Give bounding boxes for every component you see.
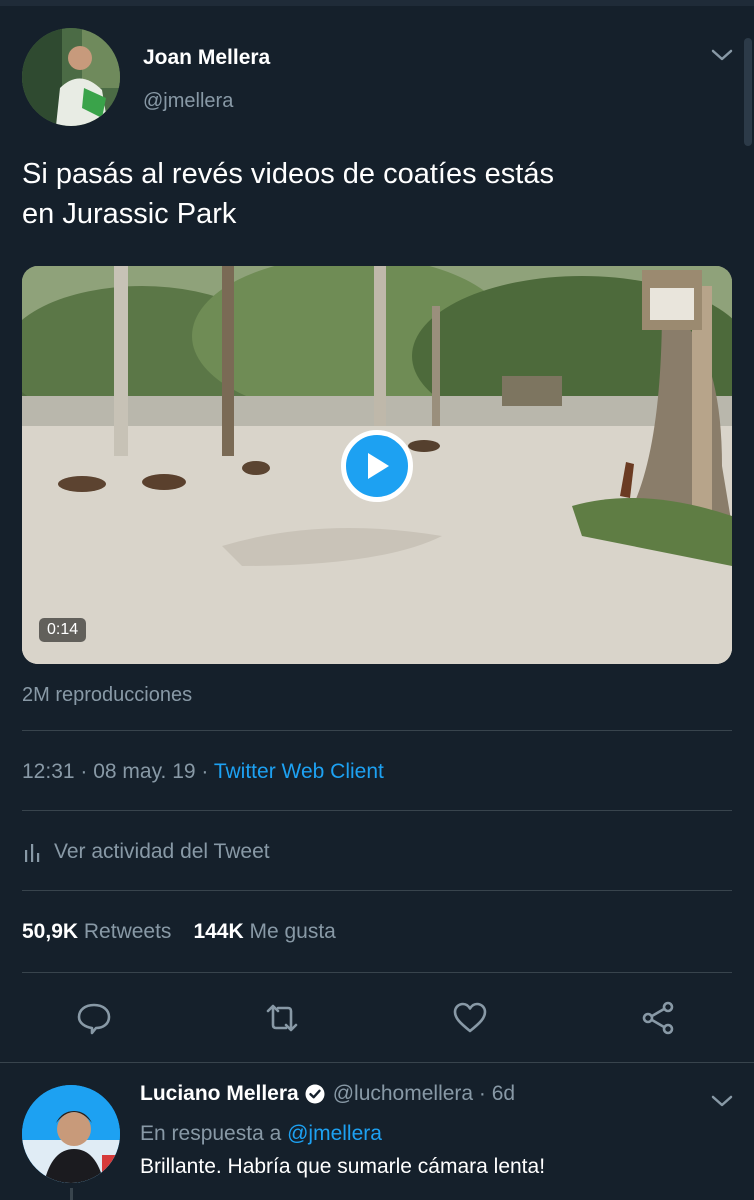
heart-icon[interactable] (452, 1000, 488, 1036)
reply-icon[interactable] (76, 1000, 112, 1036)
activity-label: Ver actividad del Tweet (54, 840, 270, 863)
divider (22, 730, 732, 731)
scrollbar[interactable] (744, 38, 752, 146)
thread-line (70, 1188, 73, 1200)
retweets-label: Retweets (83, 920, 172, 943)
analytics-icon (25, 844, 40, 862)
tweet-text-line: Si pasás al revés videos de coatíes está… (22, 158, 554, 190)
client-link[interactable]: Twitter Web Client (214, 760, 384, 783)
video-player[interactable]: 0:14 (22, 266, 732, 664)
tweet-activity-link[interactable]: Ver actividad del Tweet (22, 840, 270, 864)
retweets-stat[interactable]: 50,9K Retweets (22, 920, 171, 943)
reply-header: Luciano Mellera @luchomellera · 6d (140, 1082, 515, 1106)
author-avatar[interactable] (22, 28, 120, 126)
mention-link[interactable]: @jmellera (287, 1122, 382, 1145)
reply-text: Brillante. Habría que sumarle cámara len… (140, 1155, 546, 1178)
top-edge (0, 0, 754, 6)
tweet-stats: 50,9K Retweets 144K Me gusta (22, 920, 336, 944)
reply-author-avatar[interactable] (22, 1085, 120, 1183)
reply-author-name[interactable]: Luciano Mellera (140, 1082, 299, 1106)
play-button[interactable] (341, 430, 413, 502)
tweet-text: Si pasás al revés videos de coatíes está… (22, 154, 722, 234)
thread-separator (0, 1062, 754, 1063)
divider (22, 890, 732, 891)
view-count: 2M reproducciones (22, 684, 193, 706)
author-name[interactable]: Joan Mellera (143, 46, 270, 70)
likes-label: Me gusta (249, 920, 336, 943)
tweet-text-line: en Jurassic Park (22, 198, 237, 230)
divider (22, 810, 732, 811)
tweet-timestamp: 12:31 · 08 may. 19 · (22, 760, 214, 783)
chevron-down-icon[interactable] (708, 44, 736, 66)
share-icon[interactable] (640, 1000, 676, 1036)
likes-count: 144K (193, 920, 244, 943)
play-icon (368, 453, 389, 479)
video-duration: 0:14 (39, 618, 87, 642)
tweet-meta: 12:31 · 08 may. 19 · Twitter Web Client (22, 760, 384, 784)
in-reply-prefix: En respuesta a (140, 1122, 288, 1145)
verified-badge-icon (305, 1084, 325, 1104)
retweets-count: 50,9K (22, 920, 79, 943)
divider (22, 972, 732, 973)
chevron-down-icon[interactable] (708, 1090, 736, 1112)
retweet-icon[interactable] (264, 1000, 300, 1036)
reply-author-handle[interactable]: @luchomellera · 6d (333, 1082, 515, 1106)
likes-stat[interactable]: 144K Me gusta (193, 920, 335, 943)
in-reply-to: En respuesta a @jmellera (140, 1122, 382, 1146)
author-handle[interactable]: @jmellera (143, 90, 233, 113)
